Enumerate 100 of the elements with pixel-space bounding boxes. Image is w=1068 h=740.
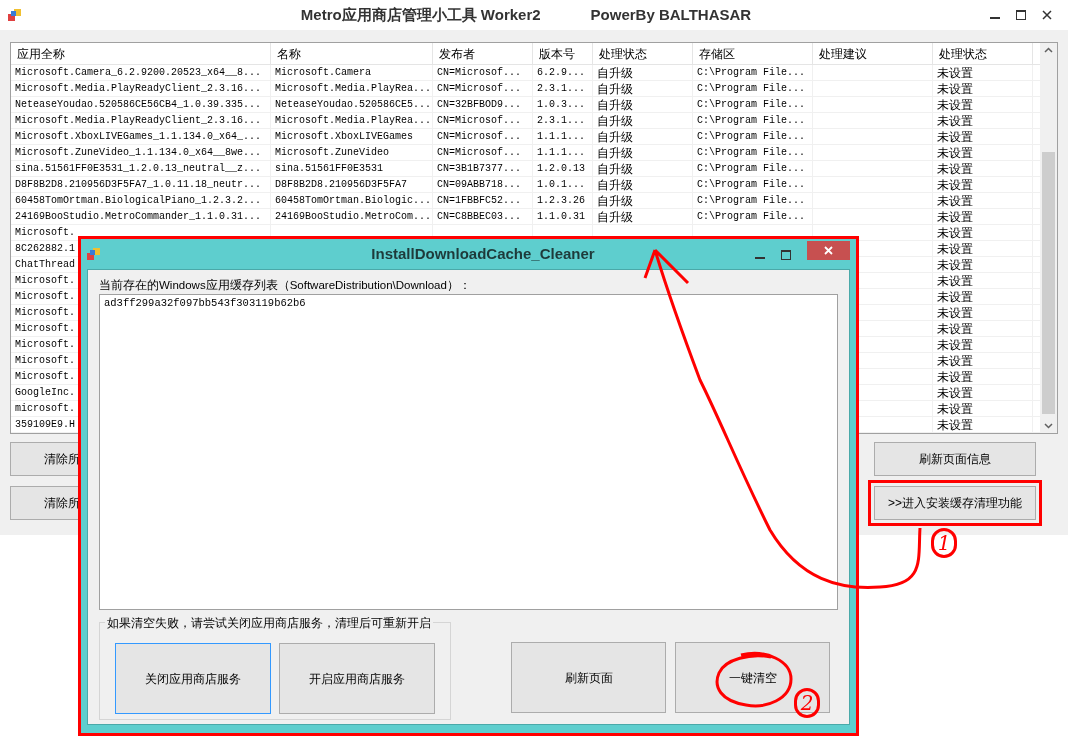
- table-cell-text: 1.0.1...: [537, 178, 585, 192]
- table-cell: 未设置: [937, 193, 973, 208]
- table-cell: 未设置: [937, 241, 973, 256]
- table-cell-text: CN=32BFBOD9...: [437, 98, 521, 112]
- table-cell-text: CN=Microsof...: [437, 146, 521, 160]
- table-cell: 未设置: [937, 401, 973, 416]
- service-button[interactable]: 开启应用商店服务: [279, 643, 435, 715]
- scroll-up-icon[interactable]: [1044, 47, 1053, 53]
- table-cell-text: Microsoft.: [15, 274, 75, 288]
- table-cell-text: NeteaseYoudao.520586CE56CB4_1.0.39.335...: [15, 98, 262, 112]
- action-button[interactable]: 刷新页面: [511, 642, 666, 714]
- column-header[interactable]: 处理状态: [933, 43, 1033, 64]
- table-cell: 自升级: [597, 97, 633, 112]
- column-header[interactable]: 处理状态: [593, 43, 693, 64]
- table-cell-text: Microsoft.: [15, 306, 75, 320]
- table-cell-text: C:\Program File...: [697, 98, 806, 112]
- close-icon: [824, 245, 833, 255]
- column-header[interactable]: 存储区: [693, 43, 813, 64]
- table-cell: 未设置: [937, 161, 973, 176]
- table-cell-text: Microsoft.: [15, 338, 75, 352]
- table-cell: 自升级: [597, 145, 633, 160]
- scroll-thumb[interactable]: [1042, 152, 1055, 414]
- cache-list[interactable]: ad3ff299a32f097bb543f303119b62b6: [99, 294, 838, 611]
- table-cell-text: 359109E9.H: [15, 418, 75, 432]
- maximize-icon[interactable]: [781, 250, 791, 260]
- table-cell-text: C:\Program File...: [697, 66, 806, 80]
- table-cell-text: C:\Program File...: [697, 210, 806, 224]
- table-cell-text: 1.1.0.31: [537, 210, 585, 224]
- handwritten-number: 1: [931, 528, 957, 558]
- table-cell: 未设置: [937, 209, 973, 224]
- table-cell-text: 2.3.1...: [537, 82, 585, 96]
- table-cell: 未设置: [937, 145, 973, 160]
- table-cell: 未设置: [937, 225, 973, 240]
- table-cell-text: Microsoft.ZuneVideo: [275, 146, 390, 160]
- table-cell-text: 60458TomOrtman.Biologic...: [275, 194, 432, 208]
- table-cell: 未设置: [937, 273, 973, 288]
- close-icon[interactable]: [1042, 10, 1052, 20]
- table-cell-text: Microsoft.: [15, 226, 75, 240]
- column-header[interactable]: 版本号: [533, 43, 593, 64]
- table-cell-text: Microsoft.Media.PlayRea...: [275, 114, 432, 128]
- table-cell-text: Microsoft.ZuneVideo_1.1.134.0_x64__8we...: [15, 146, 262, 160]
- table-cell-text: CN=C8BBEC03...: [437, 210, 521, 224]
- table-cell-text: 60458TomOrtman.BiologicalPiano_1.2.3.2...: [15, 194, 262, 208]
- table-cell: 未设置: [937, 129, 973, 144]
- table-cell: 自升级: [597, 129, 633, 144]
- table-cell: 未设置: [937, 97, 973, 112]
- table-cell-text: Microsoft.: [15, 370, 75, 384]
- table-cell: 未设置: [937, 385, 973, 400]
- column-header[interactable]: 处理建议: [813, 43, 933, 64]
- window-title: Metro应用商店管理小工具 Worker2: [300, 4, 541, 25]
- table-cell-text: Microsoft.XboxLIVEGames_1.1.134.0_x64_...: [15, 130, 262, 144]
- table-cell-text: C:\Program File...: [697, 82, 806, 96]
- table-cell: 未设置: [937, 305, 973, 320]
- table-cell-text: Microsoft.XboxLIVEGames: [275, 130, 414, 144]
- table-cell-text: 2.3.1...: [537, 114, 585, 128]
- column-header[interactable]: 发布者: [433, 43, 533, 64]
- table-cell-text: C:\Program File...: [697, 194, 806, 208]
- close-button[interactable]: [807, 240, 850, 260]
- table-cell: 未设置: [937, 353, 973, 368]
- table-cell-text: CN=09ABB718...: [437, 178, 521, 192]
- action-button[interactable]: >>进入安装缓存清理功能: [874, 486, 1036, 520]
- table-cell-text: 24169BooStudio.MetroCom...: [275, 210, 432, 224]
- action-button[interactable]: 刷新页面信息: [874, 442, 1036, 476]
- table-cell: 未设置: [937, 289, 973, 304]
- table-cell: 未设置: [937, 321, 973, 336]
- table-cell-text: 8C262882.1: [15, 242, 75, 256]
- table-cell: 未设置: [937, 337, 973, 352]
- table-cell-text: Microsoft.Media.PlayReadyClient_2.3.16...: [15, 82, 262, 96]
- service-button[interactable]: 关闭应用商店服务: [115, 643, 271, 715]
- table-cell-text: CN=Microsof...: [437, 130, 521, 144]
- table-cell: 自升级: [597, 209, 633, 224]
- table-cell: 自升级: [597, 193, 633, 208]
- table-cell: 自升级: [597, 65, 633, 80]
- table-cell: 未设置: [937, 257, 973, 272]
- table-cell-text: 6.2.9...: [537, 66, 585, 80]
- table-cell-text: Microsoft.Camera: [275, 66, 371, 80]
- table-cell-text: CN=Microsof...: [437, 66, 521, 80]
- list-item[interactable]: ad3ff299a32f097bb543f303119b62b6: [104, 296, 833, 312]
- table-cell-text: 1.0.3...: [537, 98, 585, 112]
- scrollbar[interactable]: [1040, 43, 1057, 433]
- column-header[interactable]: 名称: [271, 43, 433, 64]
- scroll-down-icon[interactable]: [1044, 423, 1053, 429]
- maximize-icon[interactable]: [1016, 10, 1026, 20]
- table-cell: 未设置: [937, 81, 973, 96]
- table-cell-text: sina.51561FF0E3531_1.2.0.13_neutral__z...: [15, 162, 262, 176]
- table-cell-text: CN=1FBBFC52...: [437, 194, 521, 208]
- table-cell: 未设置: [937, 417, 973, 432]
- window-subtitle: PowerBy BALTHASAR: [590, 4, 752, 25]
- column-header[interactable]: 应用全称: [11, 43, 271, 64]
- table-cell-text: 24169BooStudio.MetroCommander_1.1.0.31...: [15, 210, 262, 224]
- table-cell-text: ChatThread: [15, 258, 75, 272]
- table-cell: 未设置: [937, 177, 973, 192]
- table-cell: 未设置: [937, 65, 973, 80]
- table-cell: 自升级: [597, 81, 633, 96]
- list-label: 当前存在的Windows应用缓存列表（SoftwareDistribution\Download）：: [99, 278, 472, 293]
- table-cell-text: C:\Program File...: [697, 130, 806, 144]
- table-cell-text: Microsoft.: [15, 322, 75, 336]
- table-cell-text: 1.1.1...: [537, 146, 585, 160]
- table-cell-text: D8F8B2D8.210956D3F5FA7_1.0.11.18_neutr...: [15, 178, 262, 192]
- table-cell-text: sina.51561FF0E3531: [275, 162, 384, 176]
